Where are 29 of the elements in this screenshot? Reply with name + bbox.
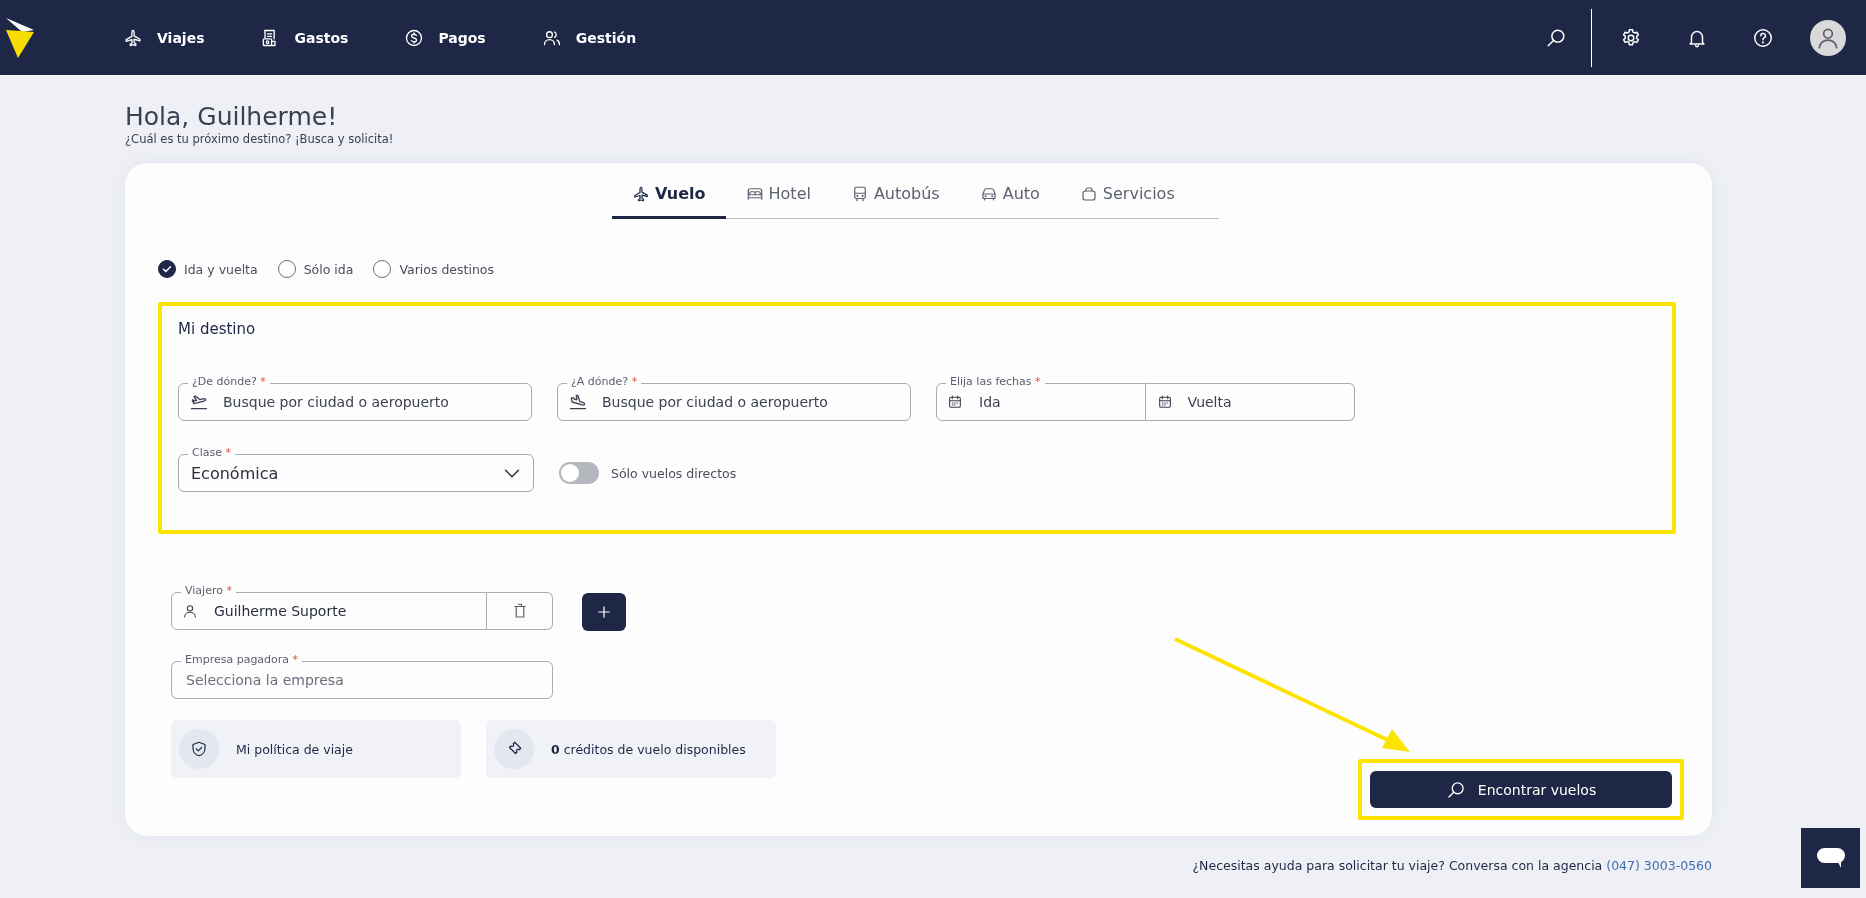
field-label: ¿A dónde? *: [567, 375, 642, 389]
nav-link[interactable]: Gestión: [534, 15, 644, 60]
section-title: Mi destino: [178, 320, 257, 338]
toggle-label: Sólo vuelos directos: [611, 465, 737, 481]
field-label: ¿De dónde? *: [188, 375, 270, 389]
phone-link[interactable]: (047) 3003-0560: [1606, 858, 1712, 873]
info-text: 0 créditos de vuelo disponibles: [551, 741, 746, 757]
field-label: Viajero *: [181, 584, 236, 598]
field-label: Empresa pagadora *: [181, 653, 303, 667]
tab[interactable]: Vuelo: [612, 178, 726, 219]
nav-link[interactable]: Viajes: [116, 15, 212, 60]
field-label: Elija las fechas *: [946, 375, 1045, 389]
nav-link[interactable]: Gastos: [253, 15, 356, 60]
radio-label: Sólo ida: [303, 261, 354, 277]
tab[interactable]: Hotel: [725, 178, 831, 219]
radio-label: Varios destinos: [399, 261, 494, 277]
info-text: Mi política de viaje: [236, 741, 353, 757]
help-text: ¿Necesitas ayuda para solicitar tu viaje? Conversa con la agencia (047) 3003-0560: [1191, 858, 1712, 873]
info-card[interactable]: 0 créditos de vuelo disponibles: [486, 720, 776, 778]
tab[interactable]: Autobús: [830, 178, 960, 219]
nav-link[interactable]: Pagos: [397, 15, 493, 60]
date-field[interactable]: Vuelta: [1145, 383, 1355, 421]
greeting-title: Hola, Guilherme!: [125, 102, 339, 132]
tab[interactable]: Servicios: [1059, 178, 1195, 219]
greeting-subtitle: ¿Cuál es tu próximo destino? ¡Busca y solicita!: [125, 132, 395, 146]
info-card[interactable]: Mi política de viaje: [171, 720, 461, 778]
tab[interactable]: Auto: [959, 178, 1060, 219]
search-button[interactable]: Encontrar vuelos: [1370, 771, 1672, 808]
radio-label: Ida y vuelta: [184, 261, 258, 277]
